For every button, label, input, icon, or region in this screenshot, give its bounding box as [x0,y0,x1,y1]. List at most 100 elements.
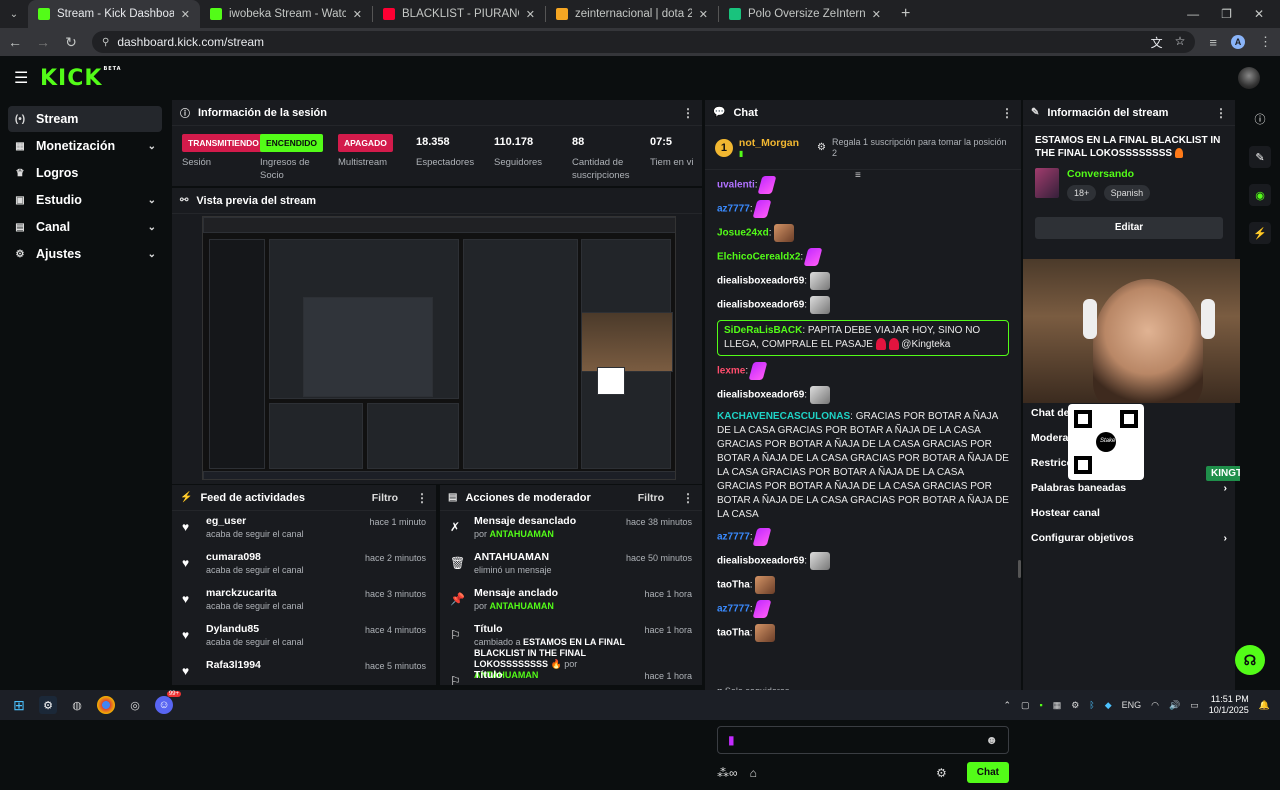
status-badge[interactable]: TRANSMITIENDO [182,134,265,152]
feed-filter-button[interactable]: Filtro [372,492,398,504]
status-badge[interactable]: ENCENDIDO [260,134,324,152]
sidebar-item-estudio[interactable]: ▣ Estudio ⌄ [8,187,162,213]
chat-username[interactable]: uvalenti [717,180,755,191]
profile-avatar[interactable]: A [1231,35,1245,49]
category-name[interactable]: Conversando [1067,168,1154,180]
sidebar-item-logros[interactable]: ♛ Logros [8,160,162,186]
sidebar-item-stream[interactable]: (•) Stream [8,106,162,132]
sidebar-item-ajustes[interactable]: ⚙ Ajustes ⌄ [8,241,162,267]
chat-username[interactable]: diealisboxeador69 [717,276,804,287]
edit-stream-button[interactable]: Editar [1035,217,1223,239]
browser-tab[interactable]: BLACKLIST - PIURANO 27(PRO ✕ [373,0,545,28]
gift-cta[interactable]: Regala 1 suscripción para tomar la posic… [832,137,1011,159]
kebab-icon[interactable]: ⋮ [416,491,428,505]
sidebar-item-canal[interactable]: ▤ Canal ⌄ [8,214,162,240]
chat-username[interactable]: az7777 [717,604,750,615]
volume-icon[interactable]: 🔊 [1169,700,1180,711]
feed-username[interactable]: Dylandu85 [206,623,355,635]
chat-username[interactable]: diealisboxeador69 [717,300,804,311]
tab-close-icon[interactable]: ✕ [699,8,708,21]
notifications-icon[interactable]: 🔔 [1259,700,1270,711]
browser-tab[interactable]: iwobeka Stream - Watch Live o ✕ [200,0,372,28]
stream-setting-row[interactable]: Configurar objetivos › [1023,525,1235,550]
status-badge[interactable]: APAGADO [338,134,393,152]
maximize-icon[interactable]: ❐ [1221,7,1232,21]
tray-app-icon[interactable]: ▢ [1021,700,1030,711]
language-indicator[interactable]: ENG [1122,700,1142,710]
tab-close-icon[interactable]: ✕ [526,8,535,21]
back-icon[interactable]: ← [8,34,22,50]
tray-app-icon[interactable]: ▦ [1053,700,1062,711]
tab-close-icon[interactable]: ✕ [872,8,881,21]
emoji-picker-icon[interactable]: ☻ [985,733,998,747]
kebab-icon[interactable]: ⋮ [1001,106,1013,120]
browser-menu-icon[interactable]: ⋮ [1259,34,1272,50]
tray-bluetooth-icon[interactable]: ᛒ [1089,700,1094,710]
close-window-icon[interactable]: ✕ [1254,7,1264,21]
forward-icon[interactable]: → [36,34,50,50]
feed-username[interactable]: Rafa3l1994 [206,659,355,671]
chat-settings-icon[interactable]: ⚙ [936,766,947,780]
chat-username[interactable]: Josue24xd [717,228,769,239]
store-icon[interactable]: ⌂ [750,766,757,780]
chevron-down-icon[interactable]: ⌄ [148,222,156,233]
browser-tab[interactable]: Polo Oversize ZeInternacional 2 ✕ [719,0,891,28]
category-thumbnail[interactable] [1035,168,1059,198]
chat-scrollbar[interactable] [1018,560,1021,578]
chat-username[interactable]: diealisboxeador69 [717,556,804,567]
tab-search-icon[interactable]: ⌄ [0,0,28,28]
reload-icon[interactable]: ↻ [64,34,78,51]
windows-start-icon[interactable]: ⊞ [10,696,28,714]
send-chat-button[interactable]: Chat [966,762,1009,783]
feed-username[interactable]: eg_user [206,515,359,527]
kick-logo[interactable]: KICKBETA [40,66,122,91]
chat-username[interactable]: diealisboxeador69 [717,390,804,401]
kebab-icon[interactable]: ⋮ [682,106,694,120]
chat-username[interactable]: taoTha [717,580,750,591]
edit-icon[interactable]: ✎ [1249,146,1271,168]
battery-icon[interactable]: ▭ [1190,700,1199,711]
info-icon[interactable]: ⓘ [1249,108,1271,130]
tray-app-icon[interactable]: ▪ [1040,700,1043,710]
chevron-down-icon[interactable]: ⌄ [148,249,156,260]
system-clock[interactable]: 11:51 PM 10/1/2025 [1209,694,1249,716]
bolt-icon[interactable]: ⚡ [1249,222,1271,244]
app-icon[interactable]: ◍ [68,696,86,714]
moderator-name[interactable]: ANTAHUAMAN [490,601,554,611]
chrome-icon[interactable] [97,696,115,714]
steam-icon[interactable]: ⚙ [39,696,57,714]
stream-preview-video[interactable] [202,216,676,480]
site-info-icon[interactable]: ⚲ [102,37,109,48]
feed-username[interactable]: marckzucarita [206,587,355,599]
mod-filter-button[interactable]: Filtro [638,492,664,504]
chat-username[interactable]: KACHAVENECASCULONAS [717,411,850,422]
browser-tab[interactable]: Stream - Kick Dashboard ✕ [28,0,200,28]
new-tab-button[interactable]: + [891,5,920,23]
stream-setting-row[interactable]: Hostear canal [1023,500,1235,525]
tray-chevron-icon[interactable]: ⌃ [1003,700,1011,711]
tab-close-icon[interactable]: ✕ [353,8,362,21]
chevron-down-icon[interactable]: ⌄ [148,195,156,206]
chat-username[interactable]: az7777 [717,532,750,543]
chat-username[interactable]: SiDeRaLisBACK [724,325,802,336]
kebab-icon[interactable]: ⋮ [1215,106,1227,120]
browser-tab[interactable]: zeinternacional | dota 2 Inicio ✕ [546,0,718,28]
chevron-down-icon[interactable]: ⌄ [148,141,156,152]
tray-app-icon[interactable]: ◆ [1105,700,1112,711]
obs-icon[interactable]: ◎ [126,696,144,714]
moderator-name[interactable]: ANTAHUAMAN [490,529,554,539]
menu-icon[interactable]: ☰ [14,68,40,88]
help-chat-icon[interactable]: ☊ [1235,645,1265,675]
discord-icon[interactable]: ☺ 99+ [155,691,181,714]
kebab-icon[interactable]: ⋮ [682,491,694,505]
tray-steam-icon[interactable]: ⚙ [1071,700,1079,711]
chat-input[interactable]: ▮ ☻ [717,726,1009,754]
translate-icon[interactable]: 文 [1151,34,1163,51]
user-avatar[interactable] [1238,67,1260,89]
wifi-icon[interactable]: ◠ [1151,700,1159,711]
tab-close-icon[interactable]: ✕ [181,8,190,21]
address-bar[interactable]: ⚲ dashboard.kick.com/stream 文 ☆ [92,31,1196,53]
target-icon[interactable]: ◉ [1249,184,1271,206]
sidebar-item-monetizacin[interactable]: ▦ Monetización ⌄ [8,133,162,159]
chat-username[interactable]: az7777 [717,204,750,215]
